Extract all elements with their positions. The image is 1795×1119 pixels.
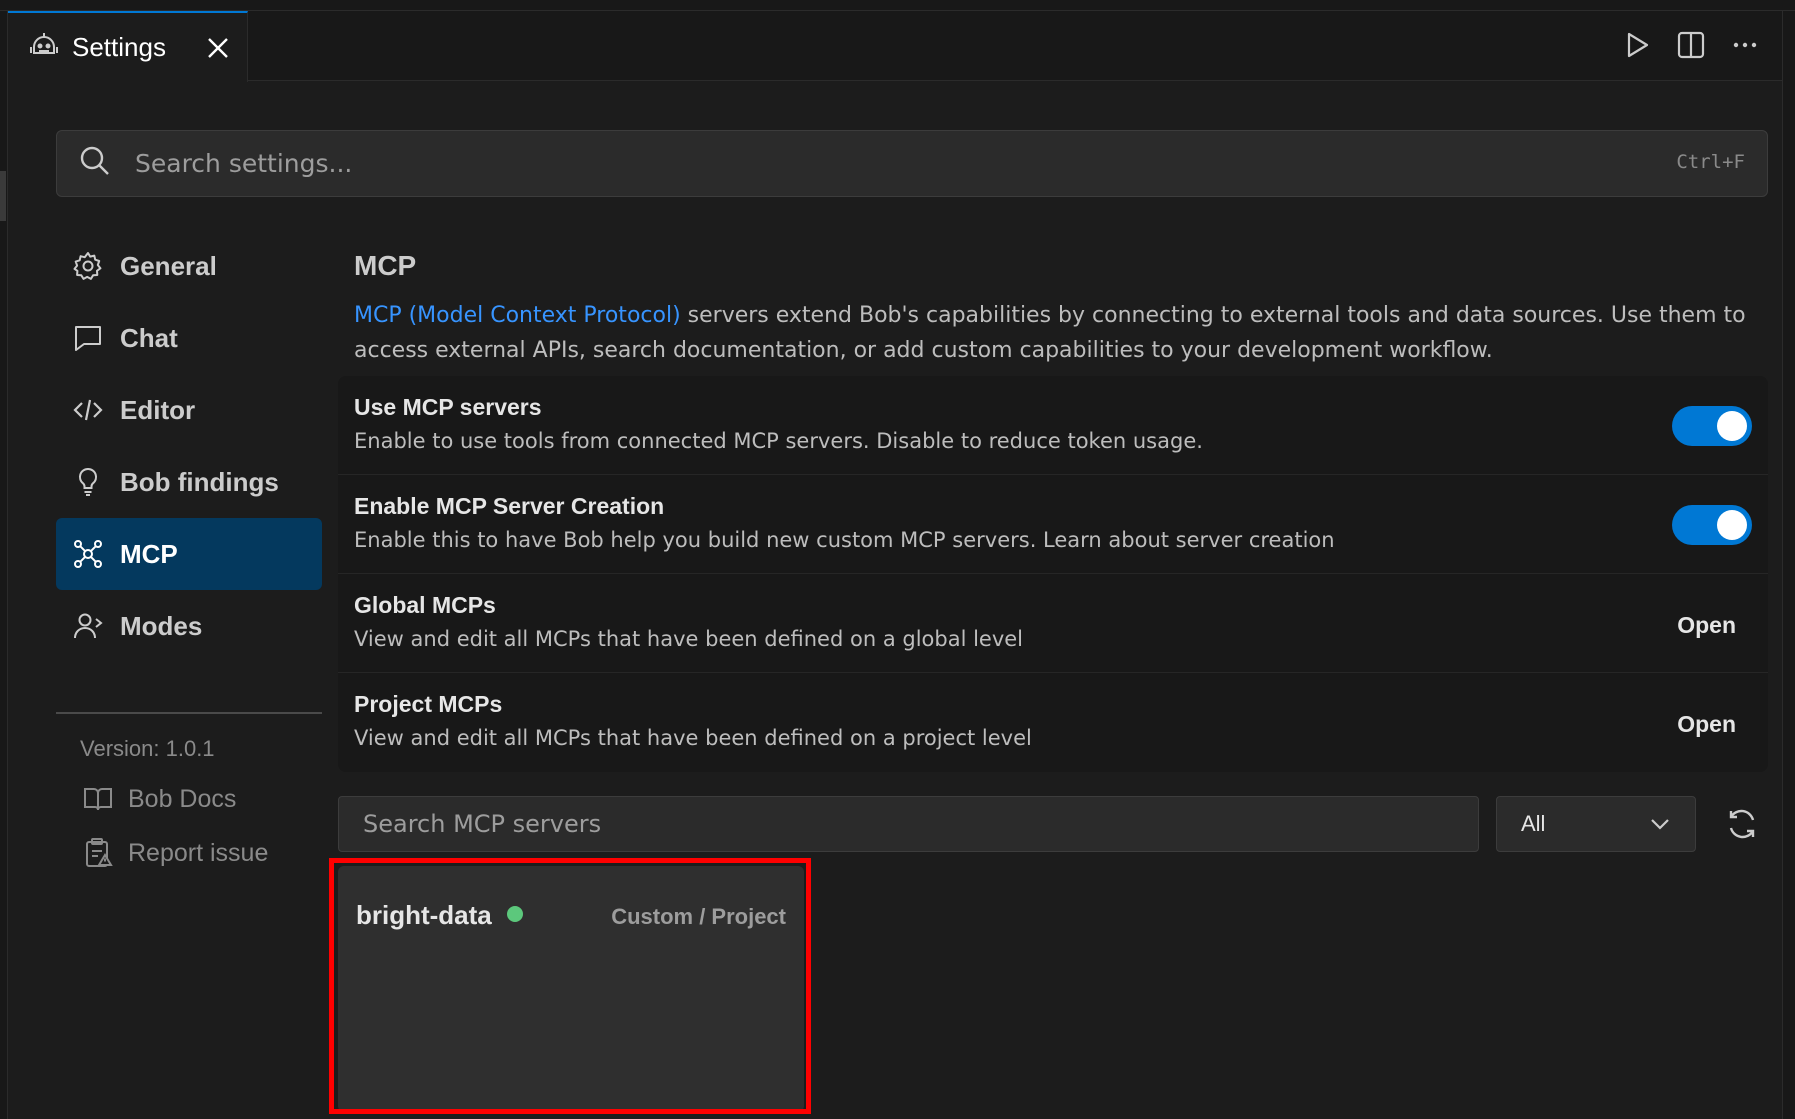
mcp-server-search-input[interactable]	[338, 796, 1479, 852]
sidebar-item-bob-findings[interactable]: Bob findings	[56, 446, 322, 518]
server-filter-row: All	[338, 796, 1768, 852]
settings-sidebar: General Chat Editor Bob findings MCP Mod…	[56, 230, 322, 870]
gear-icon	[73, 252, 102, 280]
scrollbar-track[interactable]	[1782, 11, 1795, 1119]
setting-name: Use MCP servers	[354, 394, 542, 420]
close-icon[interactable]	[203, 33, 233, 63]
code-icon	[73, 399, 103, 421]
sidebar-divider	[56, 712, 322, 714]
refresh-icon[interactable]	[1724, 806, 1760, 842]
sidebar-item-chat[interactable]: Chat	[56, 302, 322, 374]
search-icon	[79, 145, 111, 182]
tab-title: Settings	[72, 32, 166, 62]
report-issue-label: Report issue	[128, 838, 269, 867]
lightbulb-icon	[78, 467, 98, 496]
activity-indicator	[0, 171, 6, 221]
sidebar-item-general[interactable]: General	[56, 230, 322, 302]
setting-use-mcp-servers: Use MCP servers Enable to use tools from…	[338, 376, 1768, 475]
setting-name: Project MCPs	[354, 691, 503, 717]
version-label: Version: 1.0.1	[80, 736, 215, 761]
chevron-down-icon	[1649, 813, 1671, 840]
setting-global-mcps: Global MCPs View and edit all MCPs that …	[338, 574, 1768, 673]
mcp-network-icon	[74, 540, 102, 568]
mcp-settings-list: Use MCP servers Enable to use tools from…	[338, 376, 1768, 772]
sidebar-item-label: Editor	[120, 394, 196, 425]
more-actions-icon[interactable]	[1728, 28, 1762, 62]
search-shortcut-hint: Ctrl+F	[1676, 151, 1745, 173]
settings-main-panel: MCP MCP (Model Context Protocol) servers…	[338, 230, 1768, 852]
setting-enable-mcp-server-creation: Enable MCP Server Creation Enable this t…	[338, 475, 1768, 574]
bob-docs-label: Bob Docs	[128, 784, 237, 813]
settings-search-input[interactable]	[135, 149, 1535, 178]
run-icon[interactable]	[1620, 28, 1654, 62]
enable-mcp-server-creation-toggle[interactable]	[1672, 505, 1752, 545]
server-filter-select[interactable]: All	[1496, 796, 1696, 852]
setting-description: View and edit all MCPs that have been de…	[354, 726, 1032, 750]
editor-actions	[1620, 28, 1762, 62]
sidebar-item-label: General	[120, 250, 217, 281]
open-project-mcps-button[interactable]: Open	[1677, 711, 1736, 738]
sidebar-item-modes[interactable]: Modes	[56, 590, 322, 662]
tab-settings[interactable]: Settings	[8, 11, 248, 82]
page-title: MCP	[354, 250, 417, 281]
use-mcp-servers-toggle[interactable]	[1672, 406, 1752, 446]
bob-robot-icon	[28, 29, 60, 66]
setting-description: Enable this to have Bob help you build n…	[354, 528, 1335, 552]
book-icon	[84, 788, 112, 811]
split-editor-icon[interactable]	[1674, 28, 1708, 62]
chat-bubble-icon	[75, 326, 101, 351]
activity-edge	[0, 11, 8, 1119]
sidebar-item-label: Chat	[120, 322, 178, 353]
server-filter-value: All	[1521, 811, 1546, 836]
sidebar-item-label: Bob findings	[120, 466, 279, 497]
report-issue-link[interactable]: Report issue	[56, 836, 322, 870]
toggle-knob	[1717, 411, 1747, 441]
mcp-description: MCP (Model Context Protocol) servers ext…	[354, 298, 1764, 368]
server-status-dot	[507, 906, 523, 922]
person-modes-icon	[74, 613, 103, 639]
setting-description: View and edit all MCPs that have been de…	[354, 627, 1024, 651]
setting-name: Global MCPs	[354, 592, 496, 618]
open-global-mcps-button[interactable]: Open	[1677, 612, 1736, 639]
toggle-knob	[1717, 510, 1747, 540]
mcp-docs-link[interactable]: MCP (Model Context Protocol)	[354, 303, 681, 328]
bob-docs-link[interactable]: Bob Docs	[56, 782, 322, 816]
sidebar-item-label: MCP	[120, 538, 178, 569]
sidebar-item-mcp[interactable]: MCP	[56, 518, 322, 590]
setting-name: Enable MCP Server Creation	[354, 493, 665, 519]
settings-search-box: Ctrl+F	[56, 130, 1768, 197]
server-card-bright-data[interactable]: bright-data Custom / Project	[338, 866, 804, 1112]
setting-description: Enable to use tools from connected MCP s…	[354, 429, 1203, 453]
sidebar-item-editor[interactable]: Editor	[56, 374, 322, 446]
tab-bar: Settings	[8, 11, 1782, 82]
clipboard-alert-icon	[86, 838, 113, 867]
setting-project-mcps: Project MCPs View and edit all MCPs that…	[338, 673, 1768, 772]
server-name: bright-data	[356, 900, 492, 930]
sidebar-item-label: Modes	[120, 610, 203, 641]
window-top-edge	[0, 0, 1795, 11]
server-type-label: Custom / Project	[611, 904, 786, 929]
